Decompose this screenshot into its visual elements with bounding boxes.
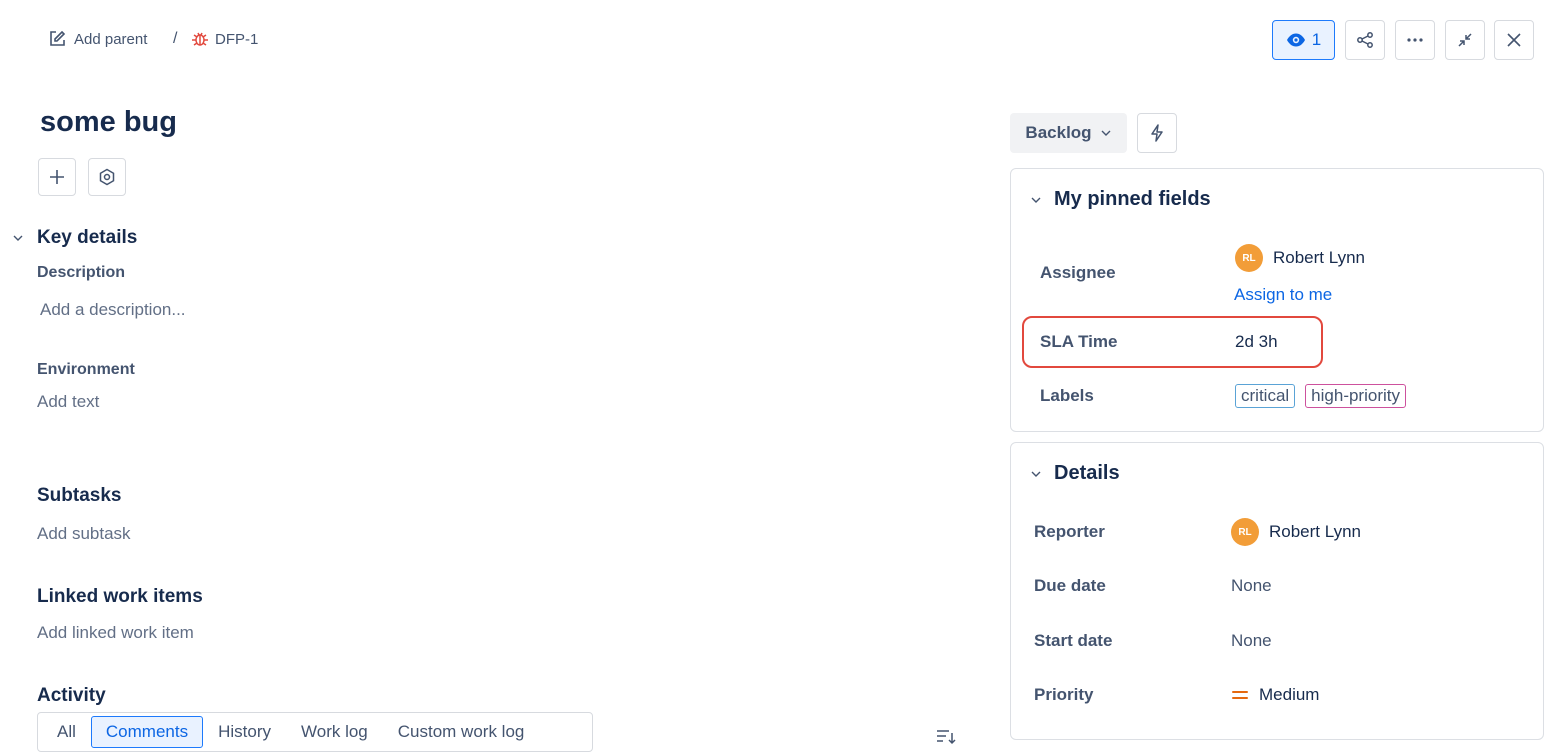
issue-title[interactable]: some bug [40, 106, 177, 139]
more-actions-button[interactable] [1395, 20, 1435, 60]
tab-history[interactable]: History [203, 716, 286, 748]
avatar: RL [1235, 244, 1263, 272]
add-subtask-button[interactable]: Add subtask [37, 524, 131, 544]
subtasks-heading: Subtasks [37, 485, 122, 506]
tab-all[interactable]: All [42, 716, 91, 748]
breadcrumb-separator: / [173, 30, 178, 47]
apps-button[interactable] [88, 158, 126, 196]
description-label: Description [37, 264, 126, 281]
sort-icon[interactable] [936, 728, 956, 746]
pinned-fields-heading: My pinned fields [1054, 188, 1211, 210]
labels-label: Labels [1040, 386, 1094, 405]
reporter-label: Reporter [1034, 522, 1105, 541]
edit-icon [48, 30, 66, 48]
assignee-value[interactable]: RL Robert Lynn [1235, 244, 1365, 272]
start-date-label: Start date [1034, 631, 1113, 650]
tab-work-log[interactable]: Work log [286, 716, 383, 748]
hexagon-settings-icon [98, 168, 116, 186]
priority-medium-icon [1231, 689, 1249, 701]
activity-heading: Activity [37, 685, 106, 706]
bug-icon [191, 30, 209, 48]
label-tag[interactable]: high-priority [1305, 384, 1406, 408]
add-button[interactable] [38, 158, 76, 196]
status-dropdown[interactable]: Backlog [1010, 113, 1127, 153]
environment-label: Environment [37, 361, 135, 378]
pinned-fields-header[interactable]: My pinned fields [1030, 188, 1211, 211]
issue-key-link[interactable]: DFP-1 [191, 30, 258, 48]
watch-count: 1 [1311, 30, 1322, 49]
reporter-value[interactable]: RL Robert Lynn [1231, 518, 1361, 546]
avatar: RL [1231, 518, 1259, 546]
environment-field[interactable]: Add text [37, 392, 99, 412]
description-field[interactable]: Add a description... [40, 300, 186, 320]
priority-label: Priority [1034, 685, 1094, 704]
chevron-down-icon [1030, 194, 1042, 206]
priority-text: Medium [1259, 685, 1320, 704]
share-button[interactable] [1345, 20, 1385, 60]
chevron-down-icon [1100, 127, 1112, 139]
sla-time-value[interactable]: 2d 3h [1235, 332, 1278, 352]
lightning-icon [1148, 124, 1166, 142]
assign-to-me-link[interactable]: Assign to me [1234, 285, 1332, 305]
key-details-heading[interactable]: Key details [37, 227, 137, 249]
reporter-name: Robert Lynn [1269, 522, 1361, 541]
more-icon [1406, 31, 1424, 49]
start-date-value[interactable]: None [1231, 631, 1272, 651]
issue-key: DFP-1 [215, 30, 259, 48]
tab-custom-work-log[interactable]: Custom work log [383, 716, 540, 748]
plus-icon [48, 168, 66, 186]
automation-button[interactable] [1137, 113, 1177, 153]
share-icon [1356, 31, 1374, 49]
linked-work-items-heading: Linked work items [37, 586, 203, 607]
due-date-label: Due date [1034, 576, 1106, 595]
close-icon [1505, 31, 1523, 49]
tab-comments[interactable]: Comments [90, 716, 204, 748]
status-label: Backlog [1025, 123, 1092, 142]
assignee-name: Robert Lynn [1273, 248, 1365, 267]
minimize-button[interactable] [1445, 20, 1485, 60]
close-button[interactable] [1494, 20, 1534, 60]
details-header[interactable]: Details [1030, 462, 1120, 485]
due-date-value[interactable]: None [1231, 576, 1272, 596]
priority-value[interactable]: Medium [1231, 685, 1319, 705]
chevron-down-icon [1030, 468, 1042, 480]
details-heading: Details [1054, 462, 1120, 484]
assignee-label: Assignee [1040, 263, 1116, 282]
labels-value[interactable]: critical high-priority [1235, 384, 1406, 408]
chevron-down-icon[interactable] [12, 232, 24, 244]
minimize-icon [1456, 31, 1474, 49]
add-parent-label: Add parent [74, 30, 148, 48]
sla-time-label: SLA Time [1040, 332, 1118, 351]
add-parent-link[interactable]: Add parent [48, 30, 147, 48]
activity-tabs: All Comments History Work log Custom wor… [37, 712, 593, 752]
label-tag[interactable]: critical [1235, 384, 1296, 408]
eye-icon [1286, 30, 1306, 50]
add-linked-work-item-button[interactable]: Add linked work item [37, 623, 194, 643]
watch-button[interactable]: 1 [1272, 20, 1335, 60]
